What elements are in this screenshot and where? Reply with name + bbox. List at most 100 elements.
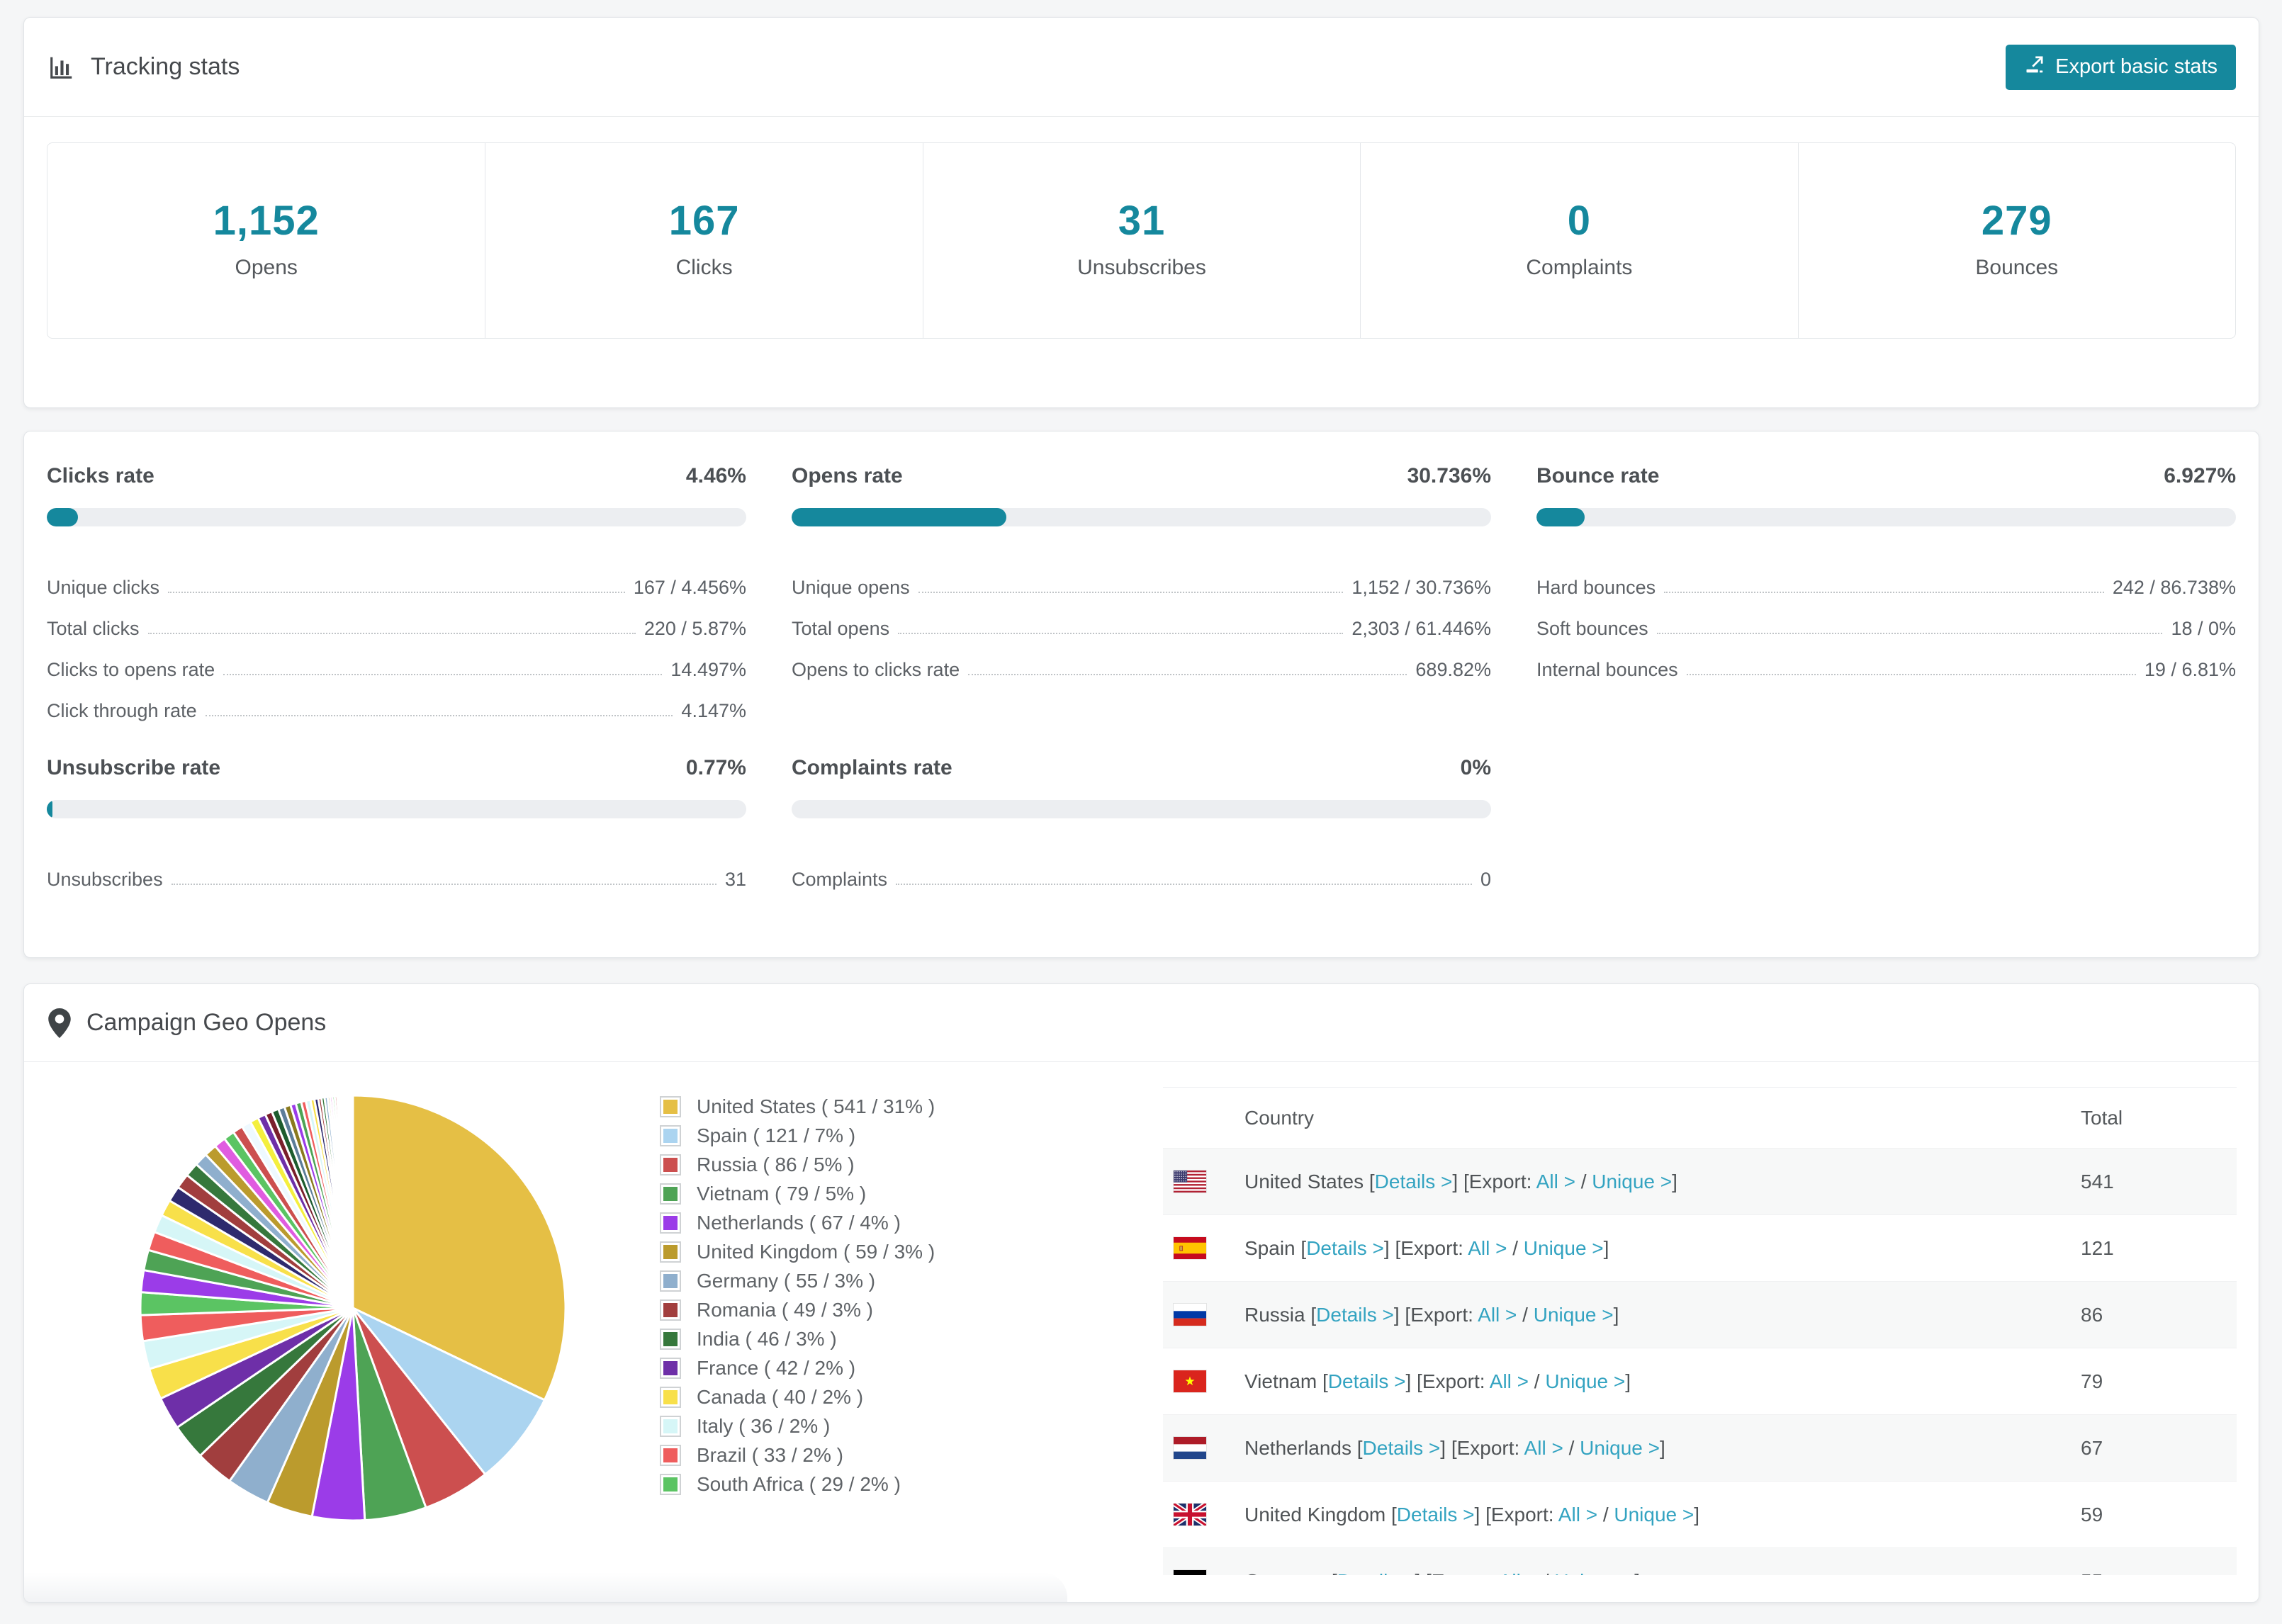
legend-label: South Africa ( 29 / 2% ) [697, 1472, 901, 1495]
legend-item-south-africa[interactable]: South Africa ( 29 / 2% ) [660, 1470, 935, 1499]
details-link[interactable]: Details > [1306, 1237, 1384, 1259]
export-unique-link[interactable]: Unique > [1554, 1570, 1634, 1576]
total-cell: 121 [2081, 1236, 2114, 1259]
stat-label: Bounces [1975, 256, 2059, 279]
table-row-russia: Russia [Details >] [Export: All > / Uniq… [1163, 1281, 2237, 1348]
export-all-link[interactable]: All > [1536, 1171, 1575, 1192]
rate-title: Clicks rate [47, 464, 154, 487]
country-name: United States [1244, 1170, 1364, 1192]
rate-value: 0% [1460, 756, 1491, 779]
rate-detail-row: Total clicks 220 / 5.87% [47, 599, 746, 640]
export-all-link[interactable]: All > [1499, 1570, 1538, 1576]
pie-legend: United States ( 541 / 31% ) Spain ( 121 /… [660, 1092, 935, 1499]
legend-item-russia[interactable]: Russia ( 86 / 5% ) [660, 1150, 935, 1179]
export-all-link[interactable]: All > [1468, 1237, 1507, 1259]
details-link[interactable]: Details > [1316, 1304, 1394, 1326]
export-unique-link[interactable]: Unique > [1545, 1370, 1625, 1392]
legend-item-italy[interactable]: Italy ( 36 / 2% ) [660, 1411, 935, 1440]
legend-item-netherlands[interactable]: Netherlands ( 67 / 4% ) [660, 1208, 935, 1237]
rate-title: Complaints rate [792, 756, 952, 779]
dotted-leader [1686, 674, 2136, 675]
legend-item-brazil[interactable]: Brazil ( 33 / 2% ) [660, 1440, 935, 1470]
legend-item-germany[interactable]: Germany ( 55 / 3% ) [660, 1266, 935, 1295]
stat-box-unsubscribes: 31 Unsubscribes [922, 143, 1360, 338]
rate-progress-fill [47, 800, 52, 818]
export-unique-link[interactable]: Unique > [1534, 1304, 1614, 1326]
legend-swatch [660, 1299, 681, 1321]
dotted-leader [147, 633, 636, 634]
rate-detail-row: Complaints 0 [792, 850, 1491, 891]
legend-label: Romania ( 49 / 3% ) [697, 1298, 873, 1321]
stat-value: 1,152 [213, 198, 320, 244]
legend-swatch [660, 1270, 681, 1292]
export-unique-link[interactable]: Unique > [1592, 1171, 1672, 1192]
legend-item-india[interactable]: India ( 46 / 3% ) [660, 1324, 935, 1353]
legend-swatch [660, 1095, 681, 1117]
detail-value: 689.82% [1415, 659, 1491, 680]
export-unique-link[interactable]: Unique > [1524, 1237, 1604, 1259]
detail-label: Internal bounces [1536, 659, 1678, 680]
stat-label: Complaints [1526, 256, 1633, 279]
rate-title: Unsubscribe rate [47, 756, 221, 779]
legend-item-united-states[interactable]: United States ( 541 / 31% ) [660, 1092, 935, 1121]
country-links: Germany [Details >] [Export: All > / Uni… [1244, 1570, 1640, 1576]
country-links: Netherlands [Details >] [Export: All > /… [1244, 1436, 1665, 1459]
es-flag-icon [1174, 1237, 1206, 1259]
total-cell: 79 [2081, 1370, 2103, 1392]
export-basic-stats-button[interactable]: Export basic stats [2006, 44, 2236, 90]
dotted-leader [1664, 592, 2104, 593]
legend-item-romania[interactable]: Romania ( 49 / 3% ) [660, 1295, 935, 1324]
export-unique-link[interactable]: Unique > [1614, 1504, 1694, 1526]
export-all-link[interactable]: All > [1524, 1437, 1563, 1459]
detail-label: Total opens [792, 618, 890, 639]
legend-item-vietnam[interactable]: Vietnam ( 79 / 5% ) [660, 1179, 935, 1208]
rate-title: Opens rate [792, 464, 903, 487]
details-link[interactable]: Details > [1375, 1171, 1453, 1192]
geo-pie-chart [125, 1080, 581, 1536]
legend-label: Germany ( 55 / 3% ) [697, 1269, 876, 1292]
rate-progress-fill [47, 508, 79, 526]
geo-header: Campaign Geo Opens [24, 984, 2259, 1062]
country-cell: United Kingdom [Details >] [Export: All … [1163, 1504, 2081, 1526]
stat-value: 31 [1118, 198, 1166, 244]
rate-section-unsubscribe-rate: Unsubscribe rate 0.77% Unsubscribes 31 [47, 756, 746, 891]
rate-progress-bar [47, 508, 746, 526]
details-link[interactable]: Details > [1397, 1504, 1475, 1526]
dotted-leader [1656, 633, 2163, 634]
country-cell: Russia [Details >] [Export: All > / Uniq… [1163, 1304, 2081, 1326]
rate-detail-row: Clicks to opens rate 14.497% [47, 640, 746, 681]
detail-value: 242 / 86.738% [2112, 577, 2236, 598]
legend-swatch [660, 1444, 681, 1466]
legend-label: Italy ( 36 / 2% ) [697, 1414, 831, 1437]
rate-detail-row: Unique clicks 167 / 4.456% [47, 558, 746, 599]
detail-value: 19 / 6.81% [2144, 659, 2236, 680]
export-unique-link[interactable]: Unique > [1580, 1437, 1660, 1459]
legend-item-canada[interactable]: Canada ( 40 / 2% ) [660, 1382, 935, 1411]
campaign-geo-opens-card: Campaign Geo Opens United States ( 541 /… [23, 983, 2259, 1603]
legend-label: France ( 42 / 2% ) [697, 1356, 856, 1379]
stat-box-bounces: 279 Bounces [1797, 143, 2235, 338]
stat-box-complaints: 0 Complaints [1360, 143, 1797, 338]
bottom-fade-overlay [24, 1572, 1067, 1602]
export-all-link[interactable]: All > [1558, 1504, 1597, 1526]
rate-detail-row: Soft bounces 18 / 0% [1536, 599, 2236, 640]
export-all-link[interactable]: All > [1478, 1304, 1517, 1326]
legend-item-united-kingdom[interactable]: United Kingdom ( 59 / 3% ) [660, 1237, 935, 1266]
detail-value: 4.147% [681, 700, 746, 721]
detail-value: 14.497% [670, 659, 746, 680]
legend-label: United States ( 541 / 31% ) [697, 1095, 935, 1117]
export-button-label: Export basic stats [2055, 55, 2218, 78]
details-link[interactable]: Details > [1337, 1570, 1415, 1576]
gb-flag-icon [1174, 1504, 1206, 1526]
stat-boxes: 1,152 Opens 167 Clicks 31 Unsubscribes 0 Compla… [47, 142, 2236, 339]
details-link[interactable]: Details > [1328, 1370, 1406, 1392]
export-all-link[interactable]: All > [1490, 1370, 1529, 1392]
rate-value: 4.46% [685, 464, 746, 487]
total-column-header: Total [2081, 1106, 2123, 1129]
dotted-leader [205, 715, 673, 716]
rate-progress-fill [792, 508, 1007, 526]
legend-item-spain[interactable]: Spain ( 121 / 7% ) [660, 1121, 935, 1150]
details-link[interactable]: Details > [1363, 1437, 1441, 1459]
detail-value: 31 [724, 869, 746, 890]
legend-item-france[interactable]: France ( 42 / 2% ) [660, 1353, 935, 1382]
